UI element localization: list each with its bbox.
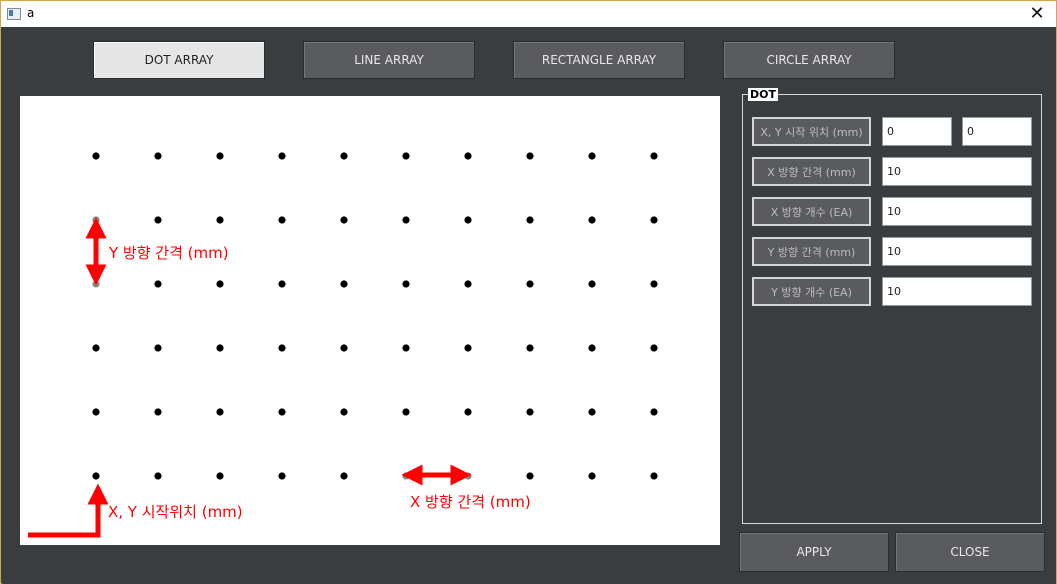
grid-dot — [278, 344, 286, 352]
grid-dot — [464, 472, 472, 480]
grid-dot — [464, 280, 472, 288]
grid-dot — [650, 152, 658, 160]
grid-dot — [92, 472, 100, 480]
grid-dot — [216, 152, 224, 160]
grid-dot — [154, 344, 162, 352]
grid-dot — [92, 408, 100, 416]
x-spacing-input[interactable] — [882, 157, 1032, 186]
grid-dot — [464, 408, 472, 416]
grid-dot — [588, 152, 596, 160]
grid-dot — [216, 344, 224, 352]
grid-dot — [464, 344, 472, 352]
grid-dot — [278, 280, 286, 288]
window-close-icon[interactable]: ✕ — [1026, 4, 1048, 24]
grid-dot — [588, 344, 596, 352]
y-spacing-annotation: Y 방향 간격 (mm) — [108, 244, 229, 262]
grid-dot — [650, 280, 658, 288]
grid-dot — [278, 472, 286, 480]
grid-dot — [278, 152, 286, 160]
grid-dot — [402, 344, 410, 352]
grid-dot — [650, 344, 658, 352]
grid-dot — [92, 216, 100, 224]
start-y-input[interactable] — [962, 117, 1032, 146]
x-count-input[interactable] — [882, 197, 1032, 226]
grid-dot — [154, 408, 162, 416]
tab-circle-array[interactable]: CIRCLE ARRAY — [723, 41, 895, 79]
x-count-label: X 방향 개수 (EA) — [752, 197, 871, 226]
grid-dot — [650, 408, 658, 416]
start-position-arrow — [28, 483, 109, 538]
tab-dot-array[interactable]: DOT ARRAY — [93, 41, 265, 79]
grid-dot — [526, 216, 534, 224]
grid-dot — [402, 408, 410, 416]
grid-dot — [464, 152, 472, 160]
grid-dot — [650, 216, 658, 224]
grid-dot — [650, 472, 658, 480]
title-bar[interactable]: a ✕ — [1, 1, 1056, 27]
grid-dot — [588, 216, 596, 224]
grid-dot — [216, 216, 224, 224]
grid-dot — [526, 280, 534, 288]
y-spacing-input[interactable] — [882, 237, 1032, 266]
grid-dot — [588, 472, 596, 480]
grid-dot — [402, 216, 410, 224]
preview-canvas: Y 방향 간격 (mm) X 방향 간격 (mm) X, Y 시작위치 (mm) — [20, 96, 720, 545]
app-icon — [7, 8, 21, 20]
y-count-label: Y 방향 개수 (EA) — [752, 277, 871, 306]
grid-dot — [526, 344, 534, 352]
grid-dot — [216, 280, 224, 288]
grid-dot — [464, 216, 472, 224]
grid-dot — [154, 216, 162, 224]
grid-dot — [402, 152, 410, 160]
grid-dot — [526, 408, 534, 416]
close-button[interactable]: CLOSE — [895, 532, 1045, 572]
window-title: a — [27, 6, 35, 20]
grid-dot — [278, 408, 286, 416]
y-spacing-label: Y 방향 간격 (mm) — [752, 237, 871, 266]
grid-dot — [340, 152, 348, 160]
grid-dot — [278, 216, 286, 224]
app-window: a ✕ DOT ARRAY LINE ARRAY RECTANGLE ARRAY… — [0, 0, 1057, 584]
grid-dot — [340, 472, 348, 480]
grid-dot — [216, 472, 224, 480]
apply-button[interactable]: APPLY — [739, 532, 889, 572]
grid-dot — [588, 280, 596, 288]
x-spacing-annotation: X 방향 간격 (mm) — [410, 493, 531, 511]
grid-dot — [340, 280, 348, 288]
tab-line-array[interactable]: LINE ARRAY — [303, 41, 475, 79]
client-area: DOT ARRAY LINE ARRAY RECTANGLE ARRAY CIR… — [2, 27, 1056, 584]
grid-dot — [340, 344, 348, 352]
start-position-label: X, Y 시작 위치 (mm) — [752, 117, 871, 146]
grid-dot — [588, 408, 596, 416]
grid-dot — [402, 280, 410, 288]
y-count-input[interactable] — [882, 277, 1032, 306]
grid-dot — [92, 344, 100, 352]
grid-dot — [92, 152, 100, 160]
grid-dot — [154, 280, 162, 288]
grid-dot — [92, 280, 100, 288]
dot-grid — [92, 152, 658, 480]
start-x-input[interactable] — [882, 117, 952, 146]
dot-group-title: DOT — [748, 88, 778, 101]
grid-dot — [340, 408, 348, 416]
x-spacing-label: X 방향 간격 (mm) — [752, 157, 871, 186]
grid-dot — [216, 408, 224, 416]
start-position-annotation: X, Y 시작위치 (mm) — [108, 503, 243, 521]
grid-dot — [526, 152, 534, 160]
grid-dot — [526, 472, 534, 480]
grid-dot — [154, 472, 162, 480]
grid-dot — [340, 216, 348, 224]
tab-rectangle-array[interactable]: RECTANGLE ARRAY — [513, 41, 685, 79]
grid-dot — [154, 152, 162, 160]
dot-grid-svg: Y 방향 간격 (mm) X 방향 간격 (mm) X, Y 시작위치 (mm) — [28, 152, 658, 538]
grid-dot — [402, 472, 410, 480]
